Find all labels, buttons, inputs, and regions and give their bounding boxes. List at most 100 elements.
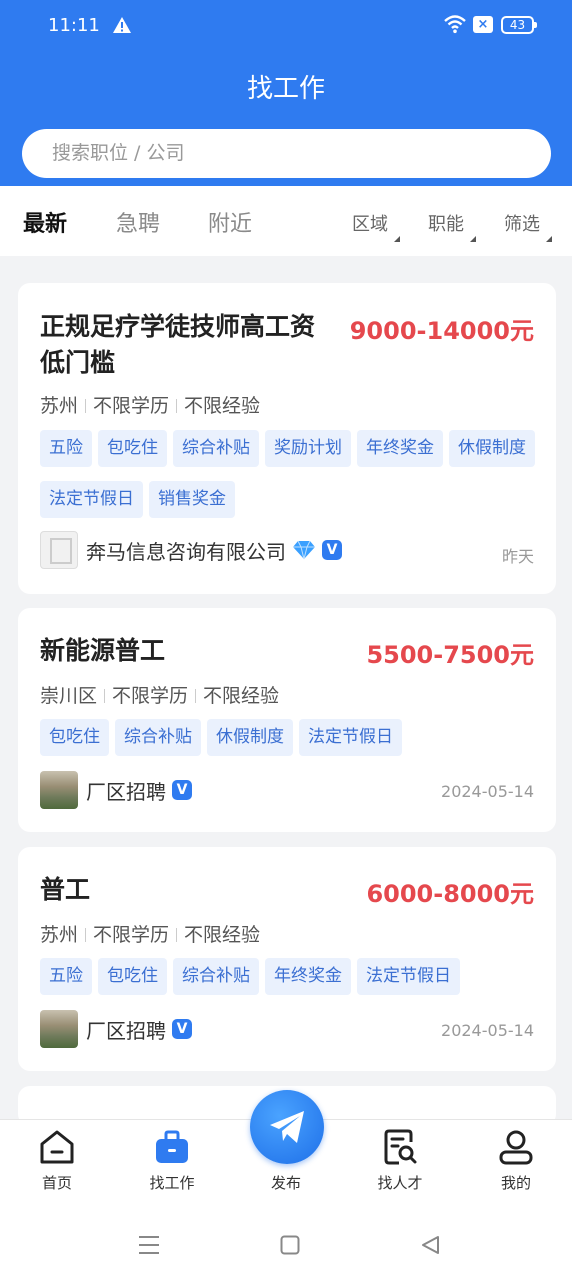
benefit-tags: 五险 包吃住 综合补贴 年终奖金 法定节假日 bbox=[40, 958, 540, 995]
briefcase-icon bbox=[156, 1130, 188, 1163]
nav-mine-label: 我的 bbox=[500, 1174, 531, 1192]
nav-mine[interactable]: 我的 bbox=[476, 1128, 556, 1193]
filter-screen[interactable]: 筛选 bbox=[504, 210, 552, 242]
company-info[interactable]: 厂区招聘 V bbox=[40, 1010, 192, 1048]
nav-find-job[interactable]: 找工作 bbox=[132, 1128, 212, 1193]
filter-region-label: 区域 bbox=[352, 214, 388, 235]
divider bbox=[195, 689, 197, 703]
benefit-tag: 休假制度 bbox=[207, 719, 293, 756]
nav-find-talent[interactable]: 找人才 bbox=[360, 1128, 440, 1193]
job-card[interactable]: 新能源普工 5500-7500元 崇川区 不限学历 不限经验 包吃住 综合补贴 休假… bbox=[18, 608, 556, 832]
tab-latest[interactable]: 最新 bbox=[23, 206, 67, 238]
benefit-tag: 法定节假日 bbox=[299, 719, 402, 756]
back-icon[interactable] bbox=[420, 1235, 440, 1255]
job-education: 不限学历 bbox=[93, 395, 170, 417]
nav-home[interactable]: 首页 bbox=[17, 1128, 97, 1193]
salary: 6000-8000元 bbox=[366, 880, 534, 908]
benefit-tag: 法定节假日 bbox=[357, 958, 460, 995]
job-card[interactable]: 正规足疗学徒技师高工资 低门槛 9000-14000元 苏州 不限学历 不限经验 五… bbox=[18, 283, 556, 594]
nav-home-label: 首页 bbox=[41, 1174, 72, 1192]
dropdown-triangle-icon bbox=[394, 236, 400, 242]
benefit-tag: 综合补贴 bbox=[173, 430, 259, 467]
search-input[interactable]: 搜索职位 / 公司 bbox=[22, 129, 551, 178]
job-title-line: 正规足疗学徒技师高工资 bbox=[40, 312, 316, 341]
job-meta: 苏州 不限学历 不限经验 bbox=[40, 391, 260, 418]
benefit-tag: 包吃住 bbox=[98, 958, 167, 995]
job-experience: 不限经验 bbox=[184, 924, 261, 946]
benefit-tag: 销售奖金 bbox=[149, 481, 235, 518]
company-info[interactable]: 厂区招聘 V bbox=[40, 771, 192, 809]
home-icon bbox=[40, 1130, 74, 1164]
publish-label: 发布 bbox=[270, 1174, 301, 1192]
benefit-tag: 综合补贴 bbox=[115, 719, 201, 756]
search-resume-icon bbox=[384, 1129, 417, 1165]
company-logo bbox=[40, 1010, 78, 1048]
job-title-line: 低门槛 bbox=[40, 348, 116, 377]
divider bbox=[85, 399, 87, 413]
job-title: 正规足疗学徒技师高工资 低门槛 bbox=[40, 309, 315, 381]
nav-find-job-label: 找工作 bbox=[149, 1174, 195, 1192]
tab-nearby[interactable]: 附近 bbox=[208, 206, 252, 238]
job-meta: 崇川区 不限学历 不限经验 bbox=[40, 681, 279, 708]
post-date: 昨天 bbox=[501, 547, 534, 566]
job-location: 苏州 bbox=[40, 924, 79, 946]
dropdown-triangle-icon bbox=[546, 236, 552, 242]
post-date: 2024-05-14 bbox=[441, 1021, 534, 1040]
job-title: 新能源普工 bbox=[40, 636, 166, 665]
benefit-tag: 休假制度 bbox=[449, 430, 535, 467]
job-location: 苏州 bbox=[40, 395, 79, 417]
status-bar: 11:11 × 43 bbox=[0, 0, 572, 52]
home-square-icon[interactable] bbox=[280, 1235, 300, 1255]
job-meta: 苏州 不限学历 不限经验 bbox=[40, 920, 260, 947]
company-logo bbox=[40, 771, 78, 809]
tab-bar: 最新 急聘 附近 区域 职能 筛选 bbox=[0, 186, 572, 256]
job-education: 不限学历 bbox=[112, 685, 189, 707]
salary: 5500-7500元 bbox=[366, 641, 534, 669]
paper-plane-icon bbox=[270, 1111, 304, 1143]
tab-urgent[interactable]: 急聘 bbox=[116, 206, 160, 238]
menu-icon[interactable] bbox=[138, 1235, 160, 1255]
diamond-icon bbox=[293, 540, 315, 560]
benefit-tag: 年终奖金 bbox=[357, 430, 443, 467]
filter-region[interactable]: 区域 bbox=[352, 210, 400, 242]
benefit-tag: 包吃住 bbox=[40, 719, 109, 756]
system-nav-bar bbox=[0, 1209, 572, 1280]
filter-function[interactable]: 职能 bbox=[428, 210, 476, 242]
verified-icon: V bbox=[322, 540, 342, 560]
post-date: 2024-05-14 bbox=[441, 782, 534, 801]
verified-icon: V bbox=[172, 1019, 192, 1039]
header: 11:11 × 43 找工作 搜索职位 / 公司 bbox=[0, 0, 572, 186]
benefit-tag: 综合补贴 bbox=[173, 958, 259, 995]
company-info[interactable]: 奔马信息咨询有限公司 V bbox=[40, 531, 342, 569]
divider bbox=[104, 689, 106, 703]
benefit-tag: 五险 bbox=[40, 430, 92, 467]
wifi-icon bbox=[444, 15, 466, 34]
verified-icon: V bbox=[172, 780, 192, 800]
divider bbox=[176, 399, 178, 413]
status-time: 11:11 bbox=[48, 15, 100, 36]
benefit-tags: 五险 包吃住 综合补贴 奖励计划 年终奖金 休假制度 法定节假日 销售奖金 bbox=[40, 430, 540, 518]
battery-indicator: 43 bbox=[501, 16, 537, 34]
job-experience: 不限经验 bbox=[184, 395, 261, 417]
company-name: 厂区招聘 bbox=[86, 779, 166, 804]
warning-icon bbox=[113, 17, 131, 33]
dropdown-triangle-icon bbox=[470, 236, 476, 242]
benefit-tag: 包吃住 bbox=[98, 430, 167, 467]
job-education: 不限学历 bbox=[93, 924, 170, 946]
salary: 9000-14000元 bbox=[349, 317, 534, 345]
benefit-tag: 法定节假日 bbox=[40, 481, 143, 518]
no-sim-icon: × bbox=[473, 16, 493, 33]
benefit-tags: 包吃住 综合补贴 休假制度 法定节假日 bbox=[40, 719, 540, 756]
company-logo bbox=[40, 531, 78, 569]
job-card[interactable]: 普工 6000-8000元 苏州 不限学历 不限经验 五险 包吃住 综合补贴 年终奖… bbox=[18, 847, 556, 1071]
benefit-tag: 五险 bbox=[40, 958, 92, 995]
filter-screen-label: 筛选 bbox=[504, 214, 540, 235]
job-title: 普工 bbox=[40, 875, 91, 904]
nav-find-talent-label: 找人才 bbox=[377, 1174, 423, 1192]
job-experience: 不限经验 bbox=[203, 685, 280, 707]
company-name: 奔马信息咨询有限公司 bbox=[86, 539, 286, 564]
job-location: 崇川区 bbox=[40, 685, 98, 707]
divider bbox=[85, 928, 87, 942]
user-icon bbox=[499, 1130, 533, 1165]
publish-button[interactable] bbox=[250, 1090, 324, 1164]
